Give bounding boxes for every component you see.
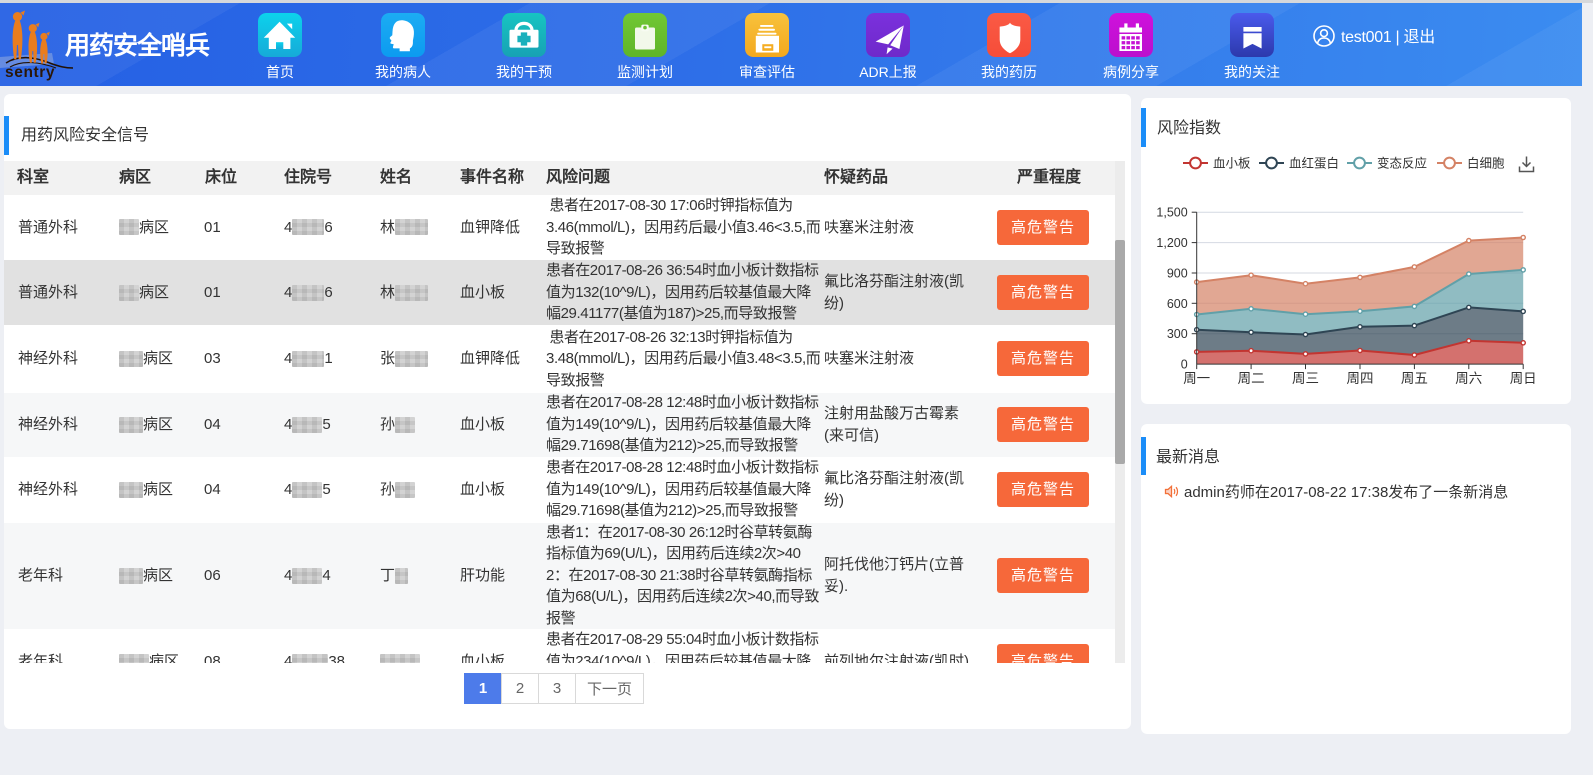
svg-text:白细胞: 白细胞 xyxy=(1467,156,1505,171)
svg-text:300: 300 xyxy=(1167,327,1188,341)
svg-text:周三: 周三 xyxy=(1292,371,1319,386)
svg-text:周一: 周一 xyxy=(1183,371,1210,386)
svg-text:血红蛋白: 血红蛋白 xyxy=(1289,156,1339,171)
svg-text:变态反应: 变态反应 xyxy=(1377,156,1427,171)
svg-text:周四: 周四 xyxy=(1347,371,1374,386)
svg-text:1,200: 1,200 xyxy=(1156,236,1187,250)
svg-text:周二: 周二 xyxy=(1238,371,1265,386)
svg-text:sentry: sentry xyxy=(5,64,55,81)
svg-text:周六: 周六 xyxy=(1455,371,1482,386)
svg-text:600: 600 xyxy=(1167,297,1188,311)
svg-text:900: 900 xyxy=(1167,267,1188,281)
svg-text:1,500: 1,500 xyxy=(1156,206,1187,220)
svg-text:周五: 周五 xyxy=(1401,371,1428,386)
svg-text:0: 0 xyxy=(1181,358,1188,372)
svg-text:周日: 周日 xyxy=(1510,371,1537,386)
svg-text:血小板: 血小板 xyxy=(1213,157,1251,171)
